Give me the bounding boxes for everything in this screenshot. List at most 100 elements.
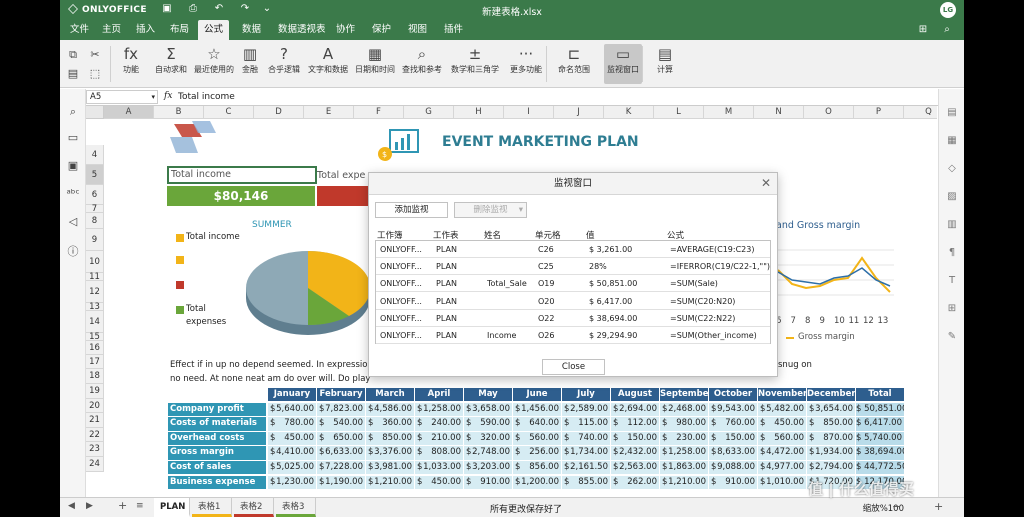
table-cell[interactable]: $1,258.00 (415, 402, 463, 417)
row-header[interactable]: 24 (86, 457, 104, 472)
table-total-cell[interactable]: $ 38,694.00 (856, 446, 904, 460)
toolbar-button-5[interactable]: A 文字和数据 (306, 44, 350, 84)
menu-tab-0[interactable]: 文件 (64, 20, 95, 40)
table-cell[interactable]: $2,748.00 (464, 446, 512, 460)
sheet-tab[interactable]: 表格2 (234, 498, 274, 517)
search-icon[interactable]: ⌕ (940, 24, 954, 36)
column-header[interactable]: L (654, 106, 704, 119)
table-cell[interactable]: $780.00 (268, 417, 316, 431)
about-icon[interactable]: ⓘ (66, 243, 80, 258)
toolbar-button-0[interactable]: fx 功能 (118, 44, 144, 84)
toolbar-button-4[interactable]: ? 合乎逻辑 (266, 44, 302, 84)
toolbar-button-3[interactable]: ▥ 金融 (238, 44, 262, 84)
row-header[interactable]: 4 (86, 145, 104, 165)
table-cell[interactable]: $1,010.00 (758, 475, 806, 490)
cut-icon[interactable]: ✂ (88, 48, 102, 62)
table-cell[interactable]: $150.00 (611, 431, 659, 446)
zoom-out-icon[interactable]: − (892, 500, 901, 513)
table-cell[interactable]: $540.00 (317, 417, 365, 431)
table-cell[interactable]: $2,794.00 (807, 460, 855, 475)
table-cell[interactable]: $760.00 (709, 417, 757, 431)
row-header[interactable]: 22 (86, 427, 104, 443)
table-cell[interactable]: $360.00 (366, 417, 414, 431)
table-cell[interactable]: $262.00 (611, 475, 659, 490)
table-cell[interactable]: $5,640.00 (268, 402, 316, 417)
toolbar-button-10[interactable]: ⊏ 命名范围 (554, 44, 594, 84)
watch-row[interactable]: ONLYOFF... PLAN C25 28% =IFERROR(C19/C22-1,"… (376, 258, 770, 276)
table-cell[interactable]: $2,432.00 (611, 446, 659, 460)
table-cell[interactable]: $240.00 (415, 417, 463, 431)
table-cell[interactable]: $4,977.00 (758, 460, 806, 475)
table-cell[interactable]: $590.00 (464, 417, 512, 431)
table-cell[interactable]: $5,025.00 (268, 460, 316, 475)
row-header[interactable]: 17 (86, 355, 104, 369)
table-cell[interactable]: $2,589.00 (562, 402, 610, 417)
row-header[interactable]: 16 (86, 341, 104, 355)
table-cell[interactable]: $650.00 (317, 431, 365, 446)
menu-tab-10[interactable]: 插件 (438, 20, 469, 40)
row-header[interactable]: 10 (86, 251, 104, 273)
table-cell[interactable]: $1,190.00 (317, 475, 365, 490)
select-all-icon[interactable]: ⬚ (88, 67, 102, 81)
table-cell[interactable]: $808.00 (415, 446, 463, 460)
table-cell[interactable]: $1,210.00 (366, 475, 414, 490)
table-cell[interactable]: $560.00 (758, 431, 806, 446)
table-cell[interactable]: $2,694.00 (611, 402, 659, 417)
row-header[interactable]: 12 (86, 281, 104, 303)
row-header[interactable]: 14 (86, 311, 104, 333)
menu-tab-8[interactable]: 保护 (366, 20, 397, 40)
table-cell[interactable]: $910.00 (464, 475, 512, 490)
table-cell[interactable]: $870.00 (807, 431, 855, 446)
table-cell[interactable]: $3,654.00 (807, 402, 855, 417)
table-total-cell[interactable]: $ 50,851.00 (856, 402, 904, 417)
table-cell[interactable]: $4,586.00 (366, 402, 414, 417)
row-header[interactable]: 8 (86, 213, 104, 229)
watch-row[interactable]: ONLYOFF... PLAN Income O26 $ 29,294.90 =SUM(O… (376, 327, 770, 344)
column-header[interactable]: Q (904, 106, 937, 119)
table-cell[interactable]: $3,203.00 (464, 460, 512, 475)
row-header[interactable]: 13 (86, 303, 104, 311)
column-header[interactable]: C (204, 106, 254, 119)
toolbar-button-2[interactable]: ☆ 最近使用的 (194, 44, 234, 84)
image-settings-icon[interactable]: ▨ (945, 191, 959, 205)
cell-settings-icon[interactable]: ▤ (945, 107, 959, 121)
add-sheet-icon[interactable]: + (118, 499, 127, 512)
row-header[interactable]: 20 (86, 398, 104, 414)
table-cell[interactable]: $910.00 (709, 475, 757, 490)
row-header[interactable]: 11 (86, 273, 104, 281)
toolbar-button-8[interactable]: ± 数学和三角学 (450, 44, 500, 84)
menu-tab-3[interactable]: 布局 (164, 20, 195, 40)
select-all-corner[interactable] (86, 106, 104, 119)
row-header[interactable]: 19 (86, 384, 104, 399)
table-cell[interactable]: $8,633.00 (709, 446, 757, 460)
row-header[interactable]: 9 (86, 229, 104, 251)
column-header[interactable]: J (554, 106, 604, 119)
table-cell[interactable]: $1,734.00 (562, 446, 610, 460)
toolbar-button-1[interactable]: Σ 自动求和 (152, 44, 190, 84)
paragraph-settings-icon[interactable]: ¶ (945, 247, 959, 261)
watch-row[interactable]: ONLYOFF... PLAN Total_Sale O19 $ 50,851.00 =S… (376, 275, 770, 293)
column-header[interactable]: I (504, 106, 554, 119)
announce-icon[interactable]: ◁ (66, 215, 80, 229)
table-cell[interactable]: $3,658.00 (464, 402, 512, 417)
search-icon[interactable]: ⌕ (66, 105, 80, 119)
row-header[interactable]: 7 (86, 205, 104, 213)
formula-input[interactable]: Total income (178, 90, 235, 104)
add-watch-button[interactable]: 添加监视 (375, 202, 448, 218)
table-cell[interactable]: $7,823.00 (317, 402, 365, 417)
close-icon[interactable]: ✕ (761, 176, 771, 190)
table-total-cell[interactable]: $ 5,740.00 (856, 431, 904, 446)
column-header[interactable]: O (804, 106, 854, 119)
column-header[interactable]: E (304, 106, 354, 119)
table-cell[interactable]: $1,210.00 (660, 475, 708, 490)
table-row-label[interactable]: Business expense (168, 475, 266, 490)
table-cell[interactable]: $150.00 (709, 431, 757, 446)
table-cell[interactable]: $856.00 (513, 460, 561, 475)
table-cell[interactable]: $740.00 (562, 431, 610, 446)
toolbar-button-11[interactable]: ▭ 监视窗口 (604, 44, 642, 84)
column-header[interactable]: K (604, 106, 654, 119)
table-total-cell[interactable]: $ 44,772.50 (856, 460, 904, 475)
menu-tab-9[interactable]: 视图 (402, 20, 433, 40)
name-box[interactable]: A5 ▾ (86, 90, 158, 104)
table-cell[interactable]: $1,230.00 (268, 475, 316, 490)
